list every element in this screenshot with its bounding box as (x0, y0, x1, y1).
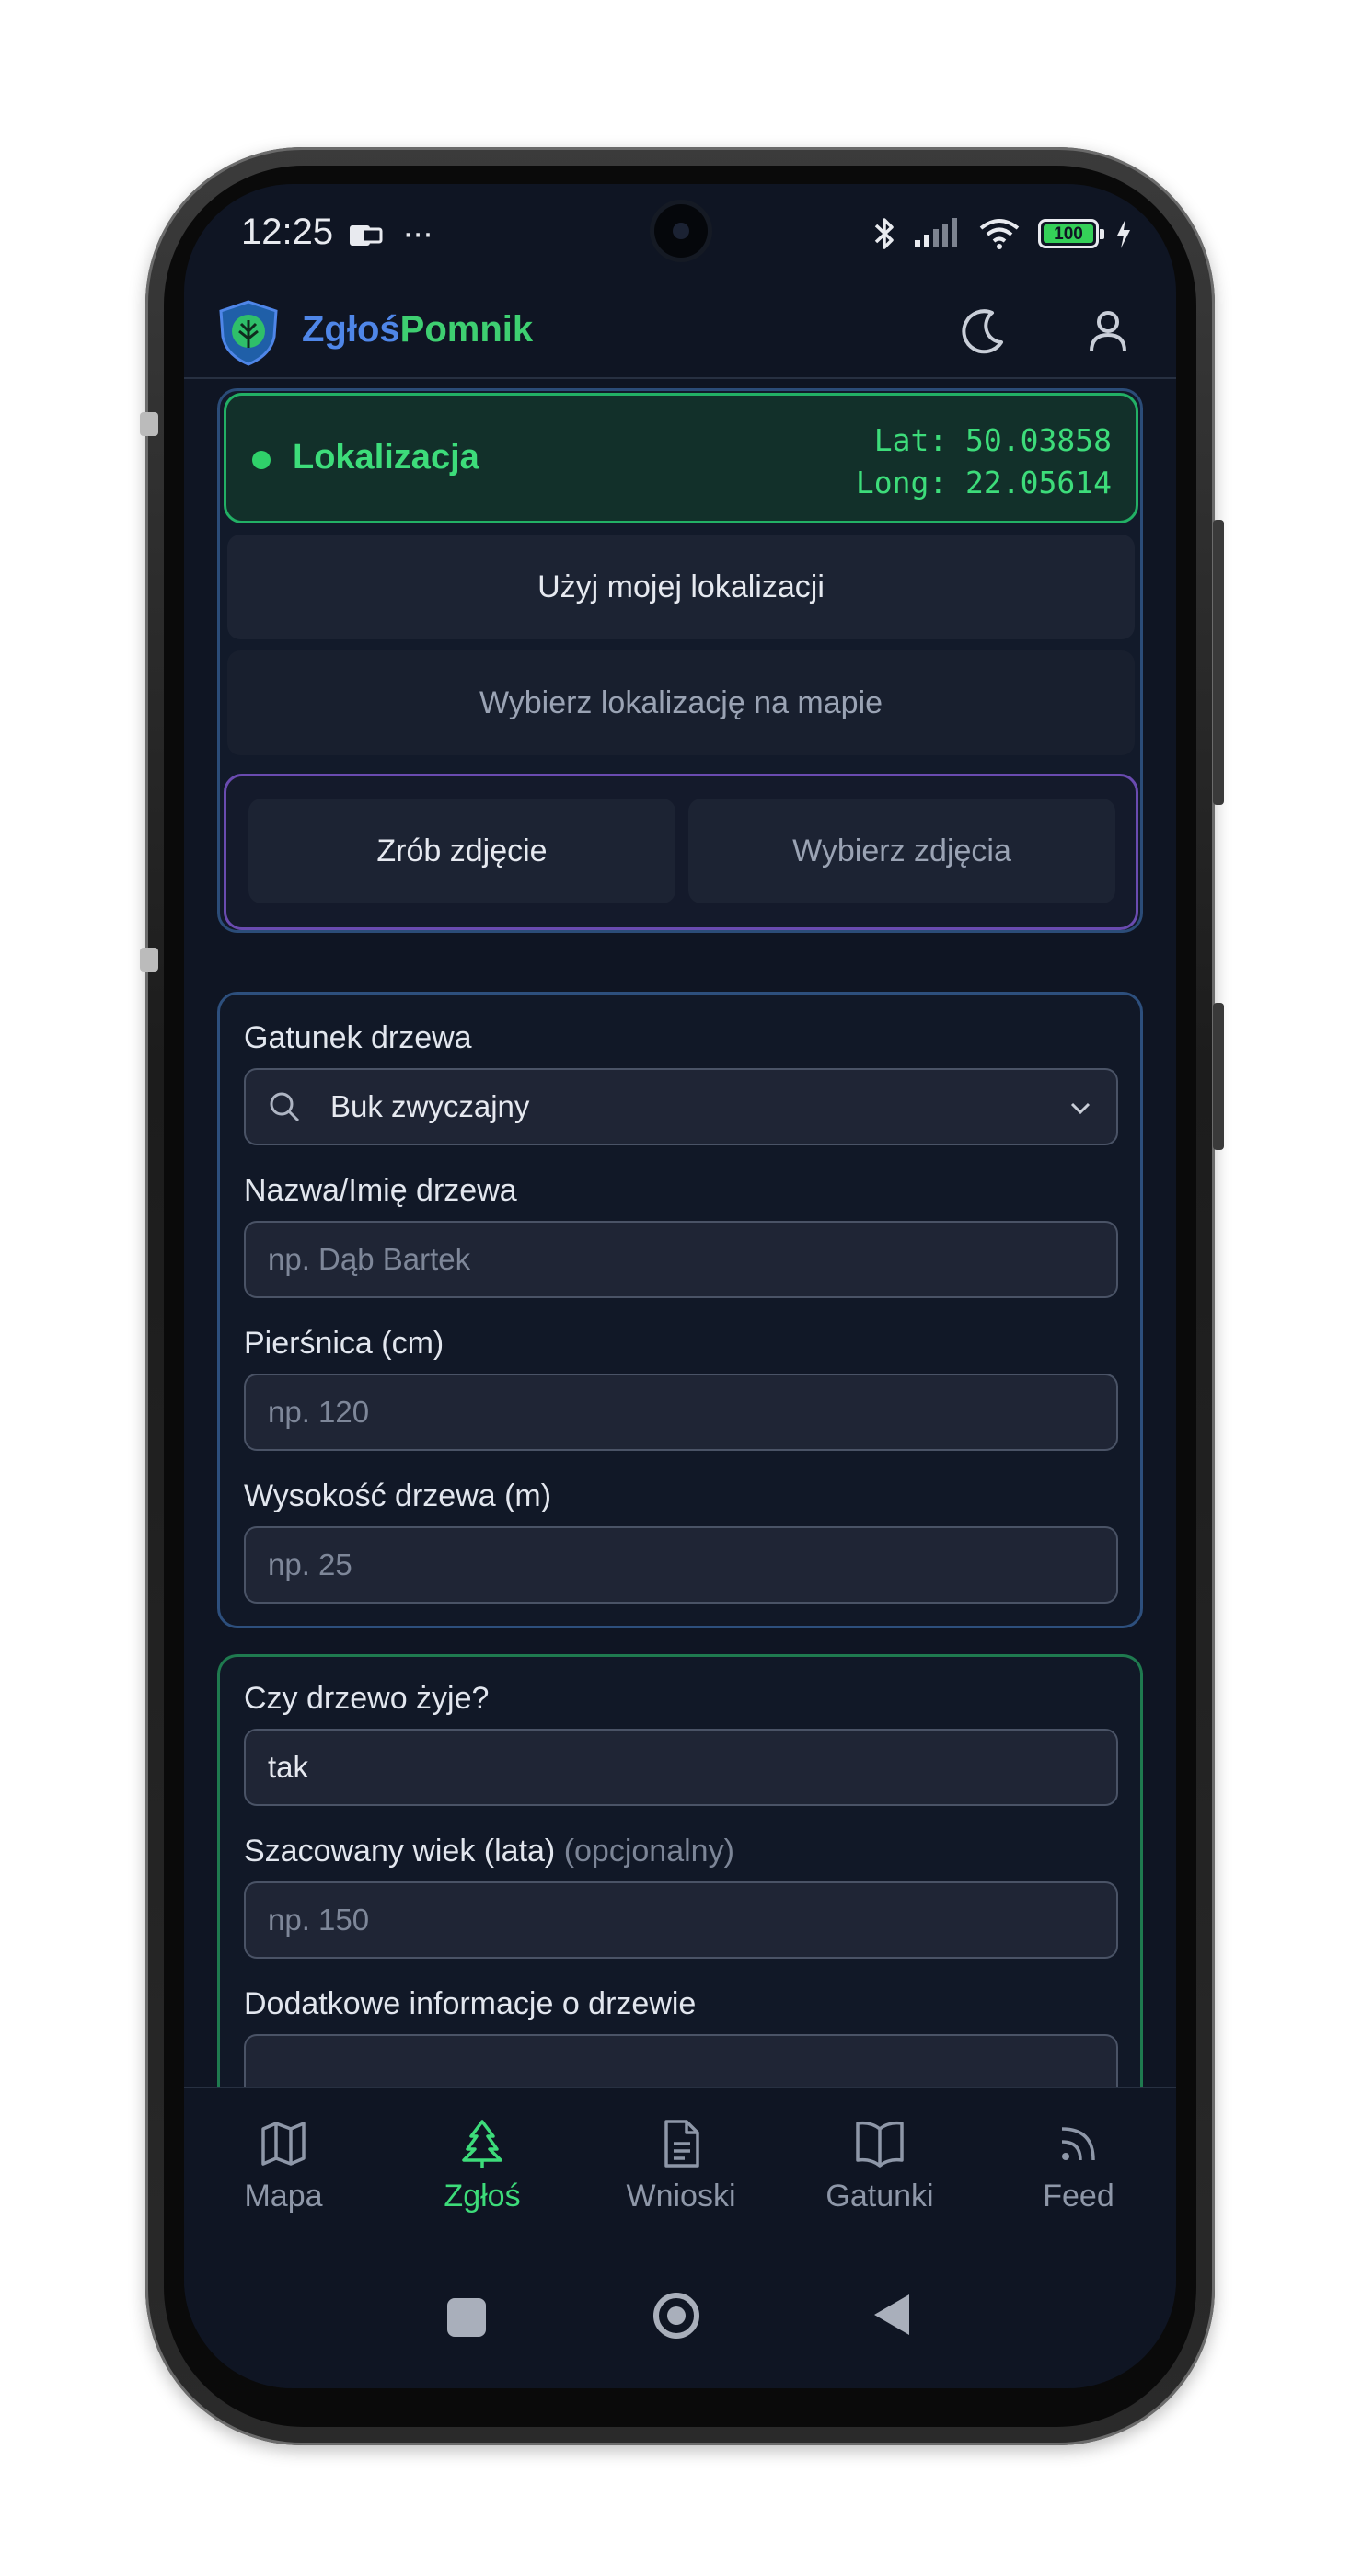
power-button (1213, 1003, 1224, 1150)
take-photo-button[interactable]: Zrób zdjęcie (248, 799, 675, 903)
chevron-down-icon (1070, 1102, 1091, 1115)
coordinates: Lat: 50.03858 Long: 22.05614 (856, 420, 1112, 504)
notification-icon (350, 225, 383, 246)
left-rail-mark (140, 948, 158, 972)
tree-name-label: Nazwa/Imię drzewa (244, 1173, 517, 1208)
age-optional-hint: (opcjonalny) (563, 1834, 734, 1869)
tree-details-card: Czy drzewo żyje? tak Szacowany wiek (lat… (217, 1654, 1143, 2087)
height-label: Wysokość drzewa (m) (244, 1478, 552, 1513)
use-my-location-button[interactable]: Użyj mojej lokalizacji (227, 535, 1135, 639)
front-camera (654, 204, 708, 258)
latitude-value: Lat: 50.03858 (873, 422, 1112, 458)
status-more: ··· (403, 217, 433, 254)
battery-icon: 100 (1038, 219, 1104, 248)
nav-feed-label: Feed (1043, 2179, 1114, 2214)
recents-icon[interactable] (447, 2298, 486, 2337)
status-bar: 12:25 ··· 100 (184, 184, 1176, 285)
status-left-icons: ··· (348, 217, 433, 254)
location-title: Lokalizacja (293, 438, 479, 477)
longitude-value: Long: 22.05614 (855, 465, 1112, 500)
species-value: Buk zwyczajny (330, 1089, 530, 1123)
charging-icon (1117, 219, 1130, 248)
nav-report[interactable]: Zgłoś (399, 2116, 565, 2214)
tree-basic-card: Gatunek drzewa Buk zwyczajny Nazwa/Imię … (217, 992, 1143, 1628)
alive-select[interactable]: tak (244, 1729, 1118, 1806)
nav-map[interactable]: Mapa (201, 2116, 366, 2214)
species-select[interactable]: Buk zwyczajny (244, 1068, 1118, 1145)
location-photo-card: Lokalizacja Lat: 50.03858 Long: 22.05614… (217, 388, 1143, 933)
nav-requests-label: Wnioski (626, 2179, 736, 2214)
moon-icon[interactable] (955, 304, 1010, 359)
extra-info-textarea[interactable] (244, 2034, 1118, 2087)
location-status: Lokalizacja Lat: 50.03858 Long: 22.05614 (224, 393, 1138, 523)
photo-section: Zrób zdjęcie Wybierz zdjęcia (224, 774, 1138, 930)
circumference-label: Pierśnica (cm) (244, 1326, 444, 1361)
status-time: 12:25 (241, 212, 334, 252)
choose-photos-button[interactable]: Wybierz zdjęcia (688, 799, 1115, 903)
report-form[interactable]: Lokalizacja Lat: 50.03858 Long: 22.05614… (184, 379, 1176, 2087)
nav-species[interactable]: Gatunki (797, 2116, 963, 2214)
signal-icon (915, 218, 957, 247)
alive-label: Czy drzewo żyje? (244, 1681, 490, 1716)
book-icon (856, 2121, 904, 2168)
choose-on-map-button[interactable]: Wybierz lokalizację na mapie (227, 650, 1135, 755)
tree-icon (462, 2120, 502, 2168)
user-icon[interactable] (1080, 304, 1136, 359)
rss-icon (1061, 2127, 1095, 2161)
brand-part-1: Zgłoś (302, 309, 400, 350)
wifi-icon (979, 219, 1020, 249)
extra-info-label: Dodatkowe informacje o drzewie (244, 1986, 697, 2021)
age-label-text: Szacowany wiek (lata) (244, 1834, 556, 1869)
circumference-input[interactable]: np. 120 (244, 1374, 1118, 1451)
height-input[interactable]: np. 25 (244, 1526, 1118, 1604)
shield-leaf-logo-icon (219, 300, 278, 366)
back-icon[interactable] (874, 2294, 909, 2335)
bottom-navigation: Mapa Zgłoś Wnioski Gatunki Feed (184, 2087, 1176, 2254)
brand-part-2: Pomnik (399, 309, 534, 350)
app-brand[interactable]: ZgłośPomnik (302, 309, 533, 351)
left-rail-mark (140, 412, 158, 436)
nav-feed[interactable]: Feed (996, 2116, 1161, 2214)
nav-requests[interactable]: Wnioski (598, 2116, 764, 2214)
species-label: Gatunek drzewa (244, 1020, 472, 1055)
bluetooth-icon (874, 218, 894, 249)
nav-map-label: Mapa (244, 2179, 323, 2214)
tree-name-input[interactable]: np. Dąb Bartek (244, 1221, 1118, 1298)
nav-report-label: Zgłoś (444, 2179, 521, 2214)
status-right-icons: 100 (872, 215, 1132, 252)
location-status-dot (252, 451, 271, 469)
age-input[interactable]: np. 150 (244, 1881, 1118, 1959)
age-label: Szacowany wiek (lata) (opcjonalny) (244, 1834, 734, 1869)
document-icon (664, 2120, 699, 2168)
system-navigation (184, 2252, 1176, 2388)
phone-screen: 12:25 ··· 100 ZgłośPomnik Lokalizacja La… (184, 184, 1176, 2388)
home-icon[interactable] (653, 2293, 699, 2339)
battery-level: 100 (1044, 224, 1093, 244)
volume-button (1213, 520, 1224, 805)
map-icon (261, 2122, 306, 2166)
nav-species-label: Gatunki (825, 2179, 934, 2214)
search-icon (270, 1092, 300, 1122)
app-header: ZgłośPomnik (184, 285, 1176, 379)
